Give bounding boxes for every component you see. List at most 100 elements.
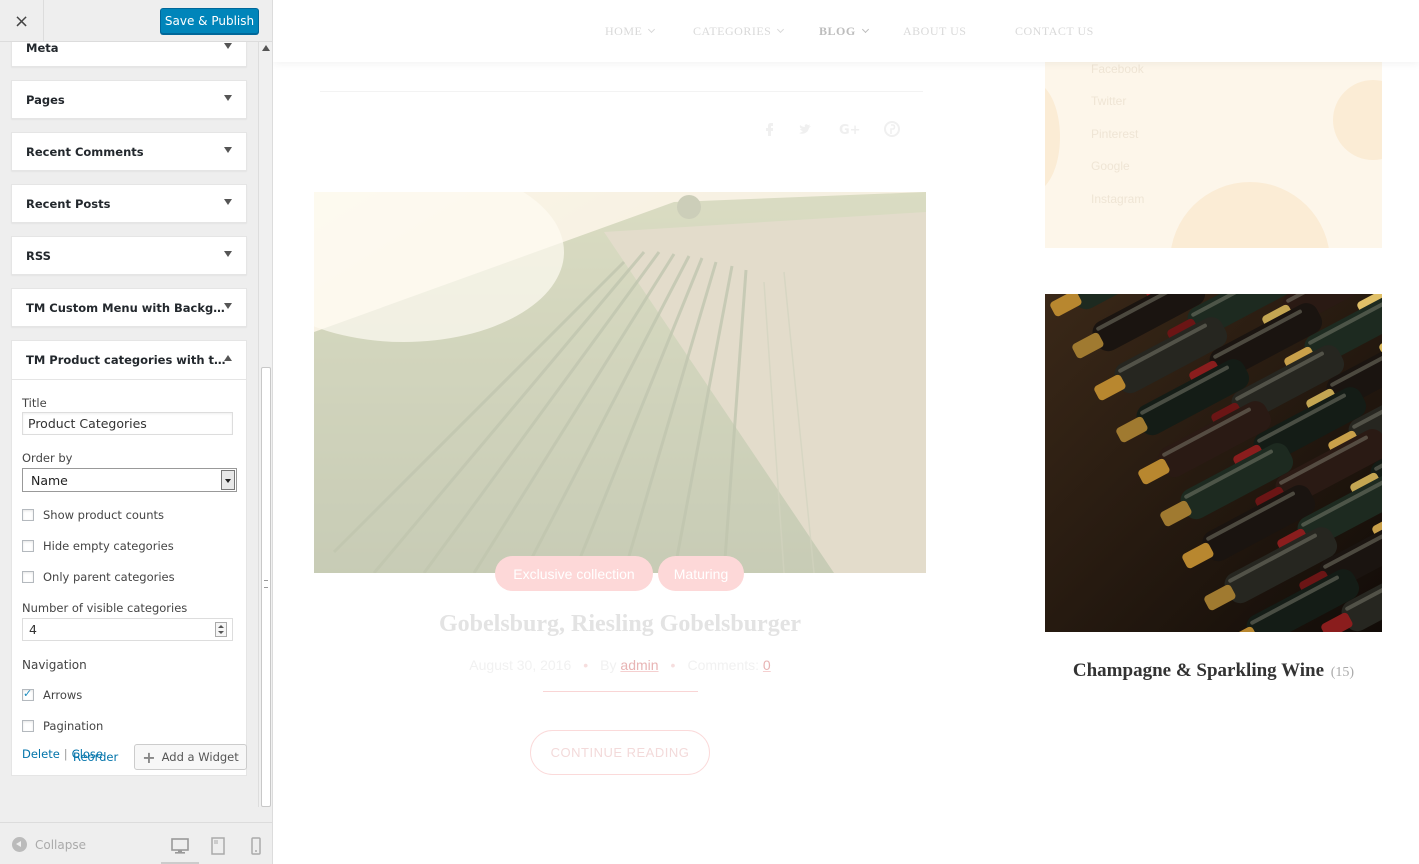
- delete-link[interactable]: Delete: [22, 747, 60, 761]
- post-date[interactable]: August 30, 2016: [469, 657, 571, 673]
- nav-label: BLOG: [819, 24, 856, 38]
- category-image[interactable]: [1045, 294, 1382, 632]
- tag-exclusive-collection[interactable]: Exclusive collection: [495, 556, 653, 591]
- site-preview: HOME CATEGORIES BLOG ABOUT US CONTACT US…: [273, 0, 1419, 864]
- collapse-button[interactable]: Collapse: [12, 837, 86, 852]
- order-by-label: Order by: [22, 451, 73, 465]
- social-link-instagram[interactable]: Instagram: [1091, 192, 1144, 206]
- nav-blog[interactable]: BLOG: [819, 24, 869, 39]
- show-product-counts-checkbox[interactable]: [22, 509, 34, 521]
- collapse-label: Collapse: [35, 837, 86, 852]
- chevron-down-icon[interactable]: [221, 470, 235, 490]
- svg-text:G+: G+: [839, 123, 861, 138]
- widget-recent-comments[interactable]: Recent Comments: [11, 132, 247, 171]
- divider: [320, 91, 923, 92]
- order-by-select[interactable]: Name: [22, 468, 237, 492]
- google-plus-icon[interactable]: G+: [839, 120, 861, 138]
- nav-label: HOME: [605, 24, 643, 38]
- reorder-link[interactable]: Reorder: [73, 750, 118, 764]
- close-customizer-button[interactable]: ×: [0, 0, 44, 42]
- pagination-option[interactable]: Pagination: [22, 718, 103, 734]
- social-link-facebook[interactable]: Facebook: [1091, 62, 1144, 76]
- tag-maturing[interactable]: Maturing: [658, 556, 744, 591]
- decor-shape: [1045, 82, 1060, 192]
- expand-arrow-icon[interactable]: [224, 251, 232, 257]
- only-parent-categories-option[interactable]: Only parent categories: [22, 569, 175, 585]
- author-link[interactable]: admin: [620, 657, 658, 673]
- customizer-screen: × Save & Publish Meta Pages Recent Comme…: [0, 0, 1419, 864]
- comments-label: Comments:: [687, 657, 760, 673]
- meta-separator-icon: •: [583, 657, 589, 673]
- add-widget-button[interactable]: + Add a Widget: [134, 744, 247, 770]
- meta-separator-icon: •: [670, 657, 676, 673]
- option-label: Pagination: [43, 719, 104, 733]
- expand-arrow-icon[interactable]: [224, 95, 232, 101]
- continue-reading-button[interactable]: CONTINUE READING: [530, 730, 710, 775]
- widget-pages[interactable]: Pages: [11, 80, 247, 119]
- widget-title: Meta: [26, 42, 59, 55]
- title-input[interactable]: Product Categories: [22, 412, 233, 435]
- post-title[interactable]: Gobelsburg, Riesling Gobelsburger: [273, 611, 967, 638]
- arrows-checkbox[interactable]: [22, 687, 34, 701]
- expand-arrow-icon[interactable]: [224, 303, 232, 309]
- category-name: Champagne & Sparkling Wine: [1072, 660, 1325, 681]
- nav-home[interactable]: HOME: [605, 24, 656, 39]
- collapse-arrow-icon[interactable]: [224, 355, 232, 361]
- arrows-option[interactable]: Arrows: [22, 687, 82, 703]
- scroll-thumb[interactable]: [261, 367, 271, 807]
- nav-contact-us[interactable]: CONTACT US: [1015, 24, 1094, 39]
- social-link-pinterest[interactable]: Pinterest: [1091, 127, 1138, 141]
- show-product-counts-option[interactable]: Show product counts: [22, 507, 164, 523]
- order-by-value: Name: [31, 473, 68, 488]
- nav-categories[interactable]: CATEGORIES: [693, 24, 785, 39]
- category-title[interactable]: Champagne & Sparkling Wine (15): [1045, 660, 1382, 682]
- widget-header[interactable]: TM Product categories with t…: [12, 341, 246, 380]
- category-count: (15): [1330, 665, 1355, 680]
- widget-tm-custom-menu[interactable]: TM Custom Menu with Backg…: [11, 288, 247, 327]
- option-label: Only parent categories: [43, 570, 175, 584]
- visible-categories-label: Number of visible categories: [22, 601, 188, 615]
- author-label: By: [600, 657, 617, 673]
- widget-title: Pages: [26, 93, 65, 107]
- option-label: Show product counts: [43, 508, 165, 522]
- post-featured-image[interactable]: [314, 192, 926, 573]
- hide-empty-categories-option[interactable]: Hide empty categories: [22, 538, 174, 554]
- chevron-down-icon: [861, 25, 869, 34]
- facebook-icon[interactable]: [761, 120, 779, 138]
- visible-categories-value: 4: [29, 622, 37, 637]
- decor-shape: [1170, 182, 1330, 248]
- expand-arrow-icon[interactable]: [224, 147, 232, 153]
- widget-title: Recent Comments: [26, 145, 144, 159]
- expand-arrow-icon[interactable]: [224, 199, 232, 205]
- nav-about-us[interactable]: ABOUT US: [903, 24, 966, 39]
- hide-empty-categories-checkbox[interactable]: [22, 540, 34, 552]
- number-stepper[interactable]: [215, 622, 227, 637]
- only-parent-categories-checkbox[interactable]: [22, 571, 34, 583]
- customizer-header: × Save & Publish: [0, 0, 272, 42]
- panel-scrollbar[interactable]: [258, 42, 272, 807]
- title-label: Title: [22, 396, 47, 410]
- tablet-preview-icon[interactable]: [207, 835, 229, 857]
- social-link-twitter[interactable]: Twitter: [1091, 94, 1126, 108]
- pinterest-icon[interactable]: [883, 120, 901, 138]
- nav-label: ABOUT US: [903, 24, 967, 38]
- widget-recent-posts[interactable]: Recent Posts: [11, 184, 247, 223]
- visible-categories-input[interactable]: 4: [22, 618, 233, 641]
- save-publish-button[interactable]: Save & Publish: [160, 8, 259, 34]
- separator: |: [63, 747, 68, 761]
- option-label: Arrows: [43, 688, 83, 702]
- widget-rss[interactable]: RSS: [11, 236, 247, 275]
- plus-icon: +: [142, 747, 156, 767]
- nav-label: CATEGORIES: [693, 24, 772, 38]
- scroll-up-arrow-icon[interactable]: [262, 45, 270, 51]
- pagination-checkbox[interactable]: [22, 720, 34, 732]
- widget-meta[interactable]: Meta: [11, 42, 247, 67]
- mobile-preview-icon[interactable]: [245, 835, 267, 857]
- expand-arrow-icon[interactable]: [224, 43, 232, 49]
- comments-count-link[interactable]: 0: [763, 657, 771, 673]
- widget-title: TM Custom Menu with Backg…: [26, 301, 225, 315]
- widget-title: Recent Posts: [26, 197, 111, 211]
- twitter-icon[interactable]: [797, 120, 815, 138]
- desktop-preview-icon[interactable]: [161, 835, 199, 864]
- social-link-google[interactable]: Google: [1091, 159, 1130, 173]
